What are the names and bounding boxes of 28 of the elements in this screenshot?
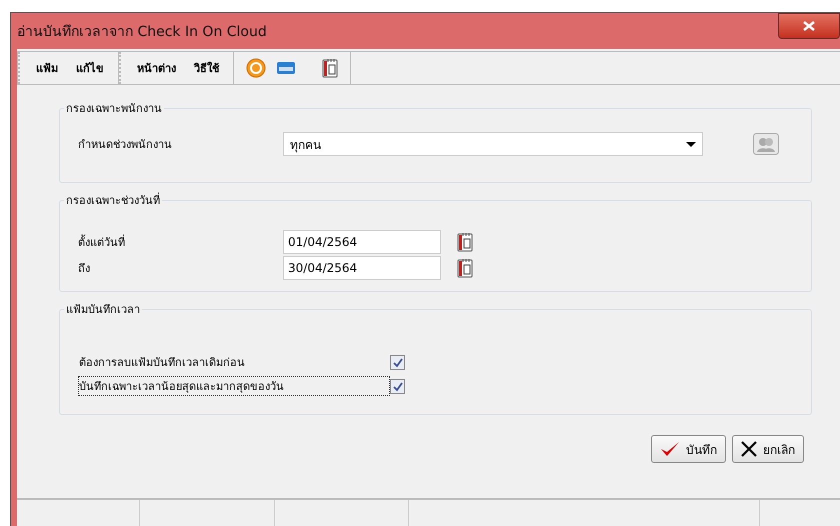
checkbox[interactable] [390,378,405,394]
calendar-icon[interactable] [322,58,338,78]
field-label: ถึง [78,261,91,277]
field-label: กำหนดช่วงพนักงาน [78,137,173,153]
menu-item[interactable]: แก้ไข [74,57,106,79]
checkbox[interactable] [390,354,405,370]
group-title: กรองเฉพาะพนักงาน [65,101,163,117]
close-button[interactable] [778,13,840,39]
close-icon [803,21,815,31]
menu-item[interactable]: แฟ้ม [34,57,60,79]
window-title: อ่านบันทึกเวลาจาก Check In On Cloud [17,23,267,42]
checkbox-label: ต้องการลบแฟ้มบันทึกเวลาเดิมก่อน [78,355,246,371]
calendar-icon[interactable] [457,232,473,252]
date-field[interactable]: 30/04/2564 [283,256,441,280]
table-icon[interactable] [276,60,296,76]
checkbox-label: บันทึกเฉพาะเวลาน้อยสุดและมากสุดของวัน [78,376,390,396]
calendar-icon[interactable] [457,258,473,278]
save-button[interactable]: บันทึก [651,435,726,463]
checkmark-icon [660,441,680,457]
menu-item[interactable]: วิธีใช้ [192,57,221,79]
group-title: แฟ้มบันทึกเวลา [65,302,141,318]
close-icon [741,441,757,457]
group-title: กรองเฉพาะช่วงวันที่ [65,192,161,209]
menu-item[interactable]: หน้าต่าง [135,57,178,79]
cancel-button[interactable]: ยกเลิก [732,435,804,463]
date-field[interactable]: 01/04/2564 [283,230,441,254]
field-label: ตั้งแต่วันที่ [78,234,126,251]
employee-dropdown[interactable]: ทุกคน [283,132,703,156]
